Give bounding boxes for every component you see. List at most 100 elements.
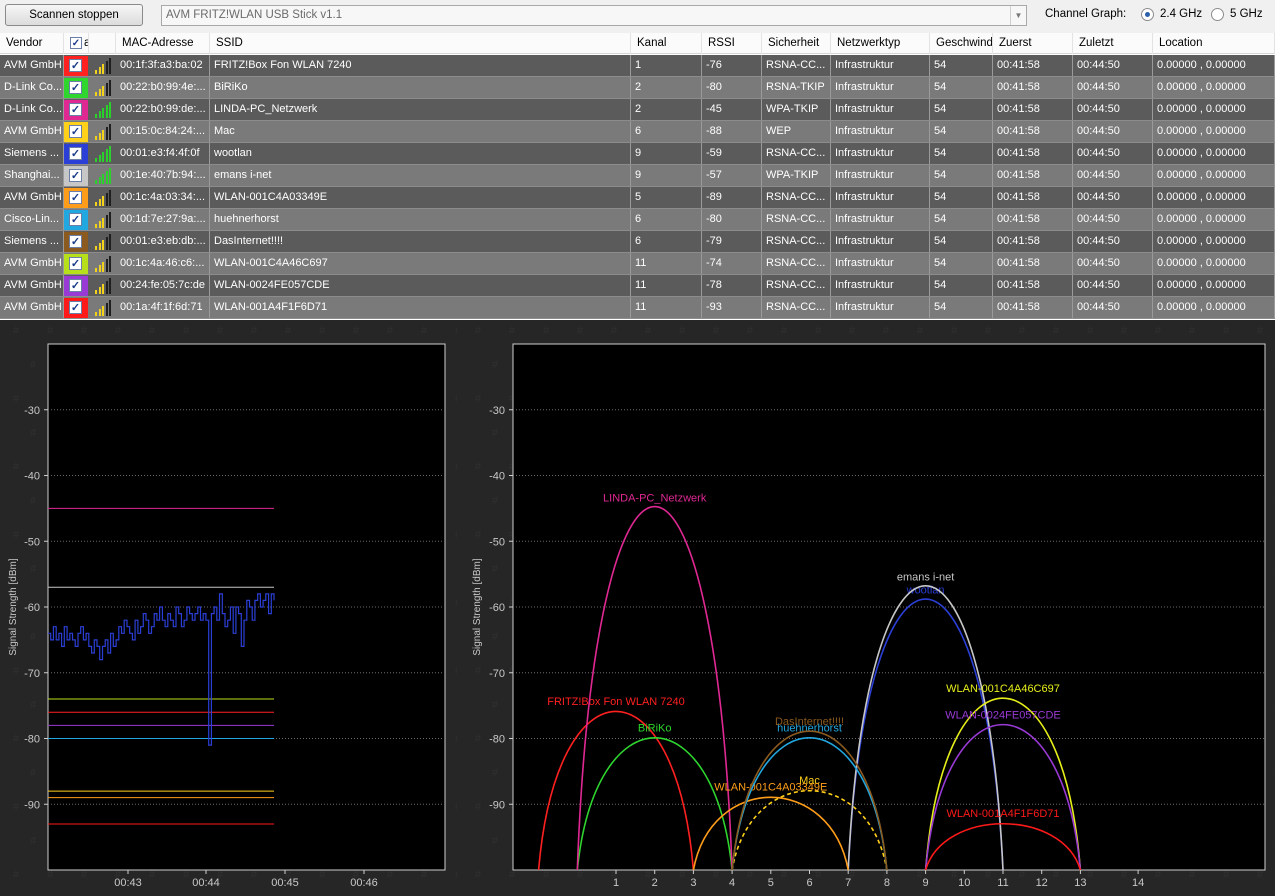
hash-pattern: #	[455, 529, 457, 541]
col-zuletzt[interactable]: Zuletzt	[1073, 33, 1153, 54]
band-24-radio[interactable]	[1141, 8, 1154, 21]
color-swatch[interactable]: ✓	[64, 276, 88, 296]
visible-checkbox[interactable]: ✓	[69, 213, 82, 226]
hash-pattern: #	[883, 325, 890, 337]
netzwerktyp-cell: Infrastruktur	[831, 165, 930, 186]
color-swatch[interactable]: ✓	[64, 122, 88, 142]
hash-pattern: #	[1121, 869, 1128, 881]
band-24-label[interactable]: 2.4 GHz	[1160, 8, 1202, 20]
col-visible[interactable]: ✓ a	[64, 33, 89, 54]
visible-checkbox[interactable]: ✓	[69, 257, 82, 270]
col-rssi[interactable]: RSSI	[702, 33, 762, 54]
visible-checkbox[interactable]: ✓	[69, 147, 82, 160]
speed-cell: 54	[930, 165, 993, 186]
visible-checkbox[interactable]: ✓	[69, 81, 82, 94]
color-swatch[interactable]: ✓	[64, 56, 88, 76]
hash-pattern: #	[13, 393, 20, 405]
col-signal[interactable]	[89, 33, 116, 54]
table-row[interactable]: AVM GmbH 00:24:fe:05:7c:de WLAN-0024FE057C…	[0, 275, 1275, 297]
table-row[interactable]: D-Link Co... 00:22:b0:99:de:... LINDA-PC_N…	[0, 99, 1275, 121]
col-zuerst[interactable]: Zuerst	[993, 33, 1073, 54]
band-5-radio[interactable]	[1211, 8, 1224, 21]
col-kanal[interactable]: Kanal	[631, 33, 702, 54]
table-row[interactable]: AVM GmbH 00:1a:4f:1f:6d:71 WLAN-001A4F1F6D…	[0, 297, 1275, 319]
toolbar: Scannen stoppen AVM FRITZ!WLAN USB Stick…	[0, 0, 1275, 32]
signal-bar	[98, 199, 101, 206]
signal-bar	[102, 130, 104, 140]
x-tick-label: 12	[1036, 877, 1048, 889]
visible-checkbox[interactable]: ✓	[69, 59, 82, 72]
vendor-cell: AVM GmbH	[0, 275, 64, 296]
zuerst-cell: 00:41:58	[993, 99, 1073, 120]
hash-pattern: #	[543, 325, 550, 337]
table-row[interactable]: AVM GmbH 00:1f:3f:a3:ba:02 FRITZ!Box Fon W…	[0, 55, 1275, 77]
color-swatch[interactable]: ✓	[64, 166, 88, 186]
signal-bar	[95, 268, 97, 272]
table-row[interactable]: AVM GmbH 00:1c:4a:46:c6:... WLAN-001C4A46C…	[0, 253, 1275, 275]
signal-bar	[109, 102, 111, 118]
color-swatch[interactable]: ✓	[64, 78, 88, 98]
zuletzt-cell: 00:44:50	[1073, 165, 1153, 186]
netzwerktyp-cell: Infrastruktur	[831, 77, 930, 98]
stop-scan-button[interactable]: Scannen stoppen	[5, 4, 143, 26]
table-row[interactable]: D-Link Co... 00:22:b0:99:4e:... BiRiKo 2 -80…	[0, 77, 1275, 99]
col-sicherheit[interactable]: Sicherheit	[762, 33, 831, 54]
signal-bar	[98, 309, 101, 316]
mac-cell: 00:1d:7e:27:9a:...	[116, 209, 210, 230]
color-swatch[interactable]: ✓	[64, 144, 88, 164]
table-row[interactable]: Shanghai... 00:1e:40:7b:94:... emans i-net…	[0, 165, 1275, 187]
visible-checkbox[interactable]: ✓	[69, 301, 82, 314]
netzwerktyp-cell: Infrastruktur	[831, 121, 930, 142]
signal-bar	[105, 83, 108, 96]
hash-pattern: #	[251, 869, 258, 881]
table-row[interactable]: Siemens ... 00:01:e3:eb:db:... DasInternet…	[0, 231, 1275, 253]
ssid-cell: WLAN-0024FE057CDE	[210, 275, 631, 296]
mac-cell: 00:1e:40:7b:94:...	[116, 165, 210, 186]
speed-cell: 54	[930, 99, 993, 120]
hash-pattern: #	[509, 325, 516, 337]
col-mac[interactable]: MAC-Adresse	[116, 33, 210, 54]
hash-pattern: #	[492, 631, 499, 643]
col-geschwindigkeit[interactable]: Geschwindi	[930, 33, 993, 54]
color-swatch[interactable]: ✓	[64, 254, 88, 274]
signal-bar	[102, 174, 104, 184]
col-location[interactable]: Location	[1153, 33, 1275, 54]
table-row[interactable]: AVM GmbH 00:15:0c:84:24:... Mac 6 -88 WEP Infr…	[0, 121, 1275, 143]
signal-bar	[98, 221, 101, 228]
col-vendor[interactable]: Vendor	[0, 33, 64, 54]
table-row[interactable]: Cisco-Lin... 00:1d:7e:27:9a:... huehnerhor…	[0, 209, 1275, 231]
visible-checkbox[interactable]: ✓	[69, 169, 82, 182]
y-tick-label: -90	[489, 799, 505, 811]
speed-cell: 54	[930, 77, 993, 98]
col-ssid[interactable]: SSID	[210, 33, 631, 54]
hash-pattern: #	[1257, 325, 1264, 337]
visible-checkbox[interactable]: ✓	[69, 191, 82, 204]
hash-pattern: #	[47, 869, 54, 881]
color-swatch[interactable]: ✓	[64, 100, 88, 120]
color-swatch[interactable]: ✓	[64, 298, 88, 318]
hash-pattern: #	[985, 869, 992, 881]
visible-checkbox[interactable]: ✓	[69, 235, 82, 248]
location-cell: 0.00000 , 0.00000	[1153, 143, 1275, 164]
col-netzwerktyp[interactable]: Netzwerktyp	[831, 33, 930, 54]
color-swatch[interactable]: ✓	[64, 210, 88, 230]
visible-checkbox[interactable]: ✓	[69, 279, 82, 292]
table-row[interactable]: AVM GmbH 00:1c:4a:03:34:... WLAN-001C4A033…	[0, 187, 1275, 209]
color-swatch[interactable]: ✓	[64, 232, 88, 252]
x-tick-label: 8	[884, 877, 890, 889]
band-5-label[interactable]: 5 GHz	[1230, 8, 1263, 20]
hash-pattern: #	[13, 801, 20, 813]
adapter-select[interactable]: AVM FRITZ!WLAN USB Stick v1.1 ▼	[161, 5, 1027, 26]
visible-checkbox[interactable]: ✓	[69, 103, 82, 116]
hash-pattern: #	[475, 801, 482, 813]
color-swatch[interactable]: ✓	[64, 188, 88, 208]
signal-bars-icon	[95, 212, 113, 228]
select-all-checkbox[interactable]: ✓	[70, 37, 82, 49]
hash-pattern: #	[475, 461, 482, 473]
netzwerktyp-cell: Infrastruktur	[831, 209, 930, 230]
visible-checkbox[interactable]: ✓	[69, 125, 82, 138]
signal-bar	[109, 58, 111, 74]
table-row[interactable]: Siemens ... 00:01:e3:f4:4f:0f wootlan 9 -59 R…	[0, 143, 1275, 165]
chevron-down-icon[interactable]: ▼	[1010, 6, 1026, 25]
hash-pattern: #	[781, 325, 788, 337]
